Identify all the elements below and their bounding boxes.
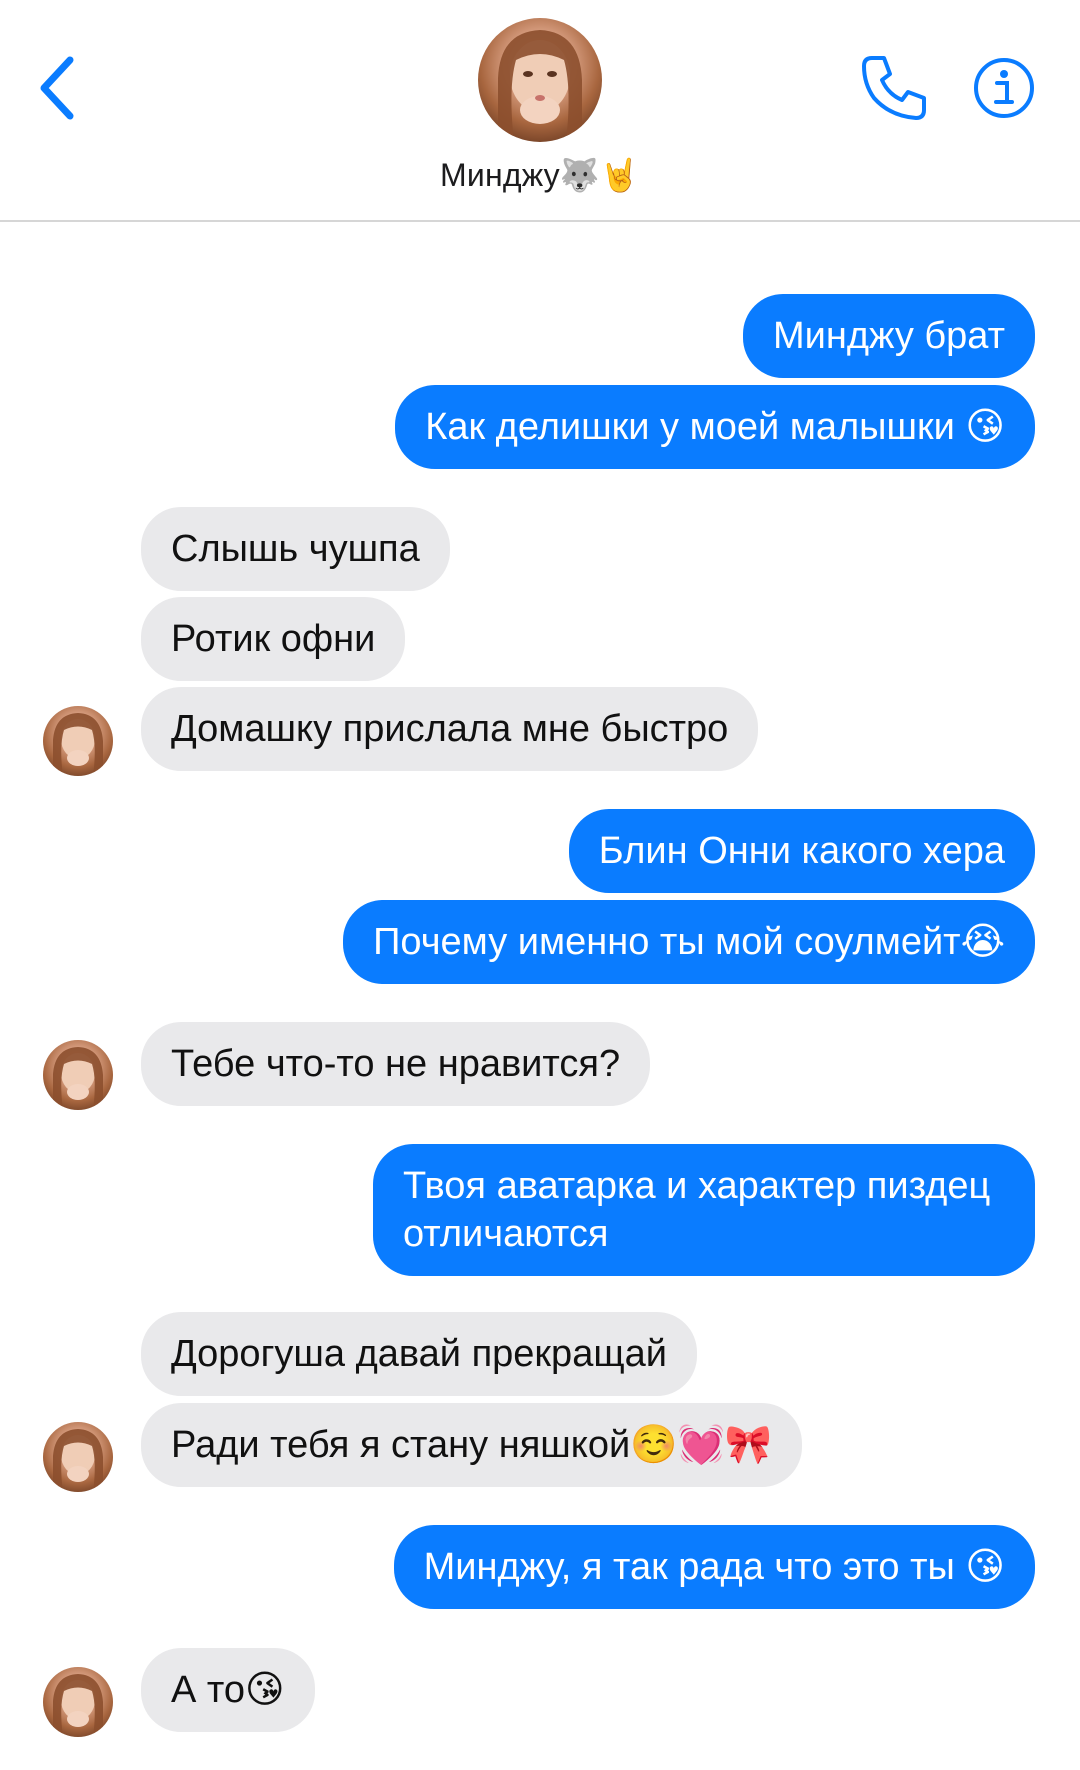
outgoing-message[interactable]: Минджу, я так рада что это ты 😘 [393,1525,1035,1609]
incoming-message[interactable]: Слышь чушпа [141,507,450,591]
contact-avatar-small[interactable] [43,706,113,776]
incoming-message[interactable]: Дорогуша давай прекращай [141,1312,697,1396]
outgoing-message[interactable]: Почему именно ты мой соулмейт😭 [343,900,1035,984]
contact-avatar-small[interactable] [43,1667,113,1737]
incoming-message[interactable]: Тебе что-то не нравится? [141,1022,651,1106]
avatar-photo [498,30,582,142]
avatar-photo [53,1047,103,1110]
contact-name[interactable]: Минджу🐺🤘 [0,156,1080,194]
message-list[interactable]: Минджу брат Как делишки у моей малышки 😘… [0,222,1080,1770]
outgoing-message[interactable]: Блин Онни какого хера [568,809,1035,893]
incoming-message[interactable]: А то😘 [141,1648,315,1732]
outgoing-message[interactable]: Минджу брат [742,294,1035,378]
outgoing-message[interactable]: Как делишки у моей малышки 😘 [395,385,1035,469]
contact-avatar-small[interactable] [43,1040,113,1110]
call-button[interactable] [858,50,932,124]
avatar-photo [53,1674,103,1737]
contact-avatar-small[interactable] [43,1422,113,1492]
conversation-header: Минджу🐺🤘 [0,0,1080,222]
avatar-photo [53,1429,103,1492]
back-button[interactable] [30,48,90,128]
avatar-photo [53,713,103,776]
phone-icon [862,56,926,120]
incoming-message[interactable]: Домашку прислала мне быстро [141,687,759,771]
incoming-message[interactable]: Ради тебя я стану няшкой☺️💓🎀 [141,1403,803,1487]
info-button[interactable] [972,56,1036,120]
outgoing-message[interactable]: Твоя аватарка и характер пиздец отличают… [373,1144,1035,1276]
info-icon [974,58,1034,118]
chevron-left-icon [40,56,74,120]
incoming-message[interactable]: Ротик офни [141,597,406,681]
contact-avatar[interactable] [478,18,602,142]
